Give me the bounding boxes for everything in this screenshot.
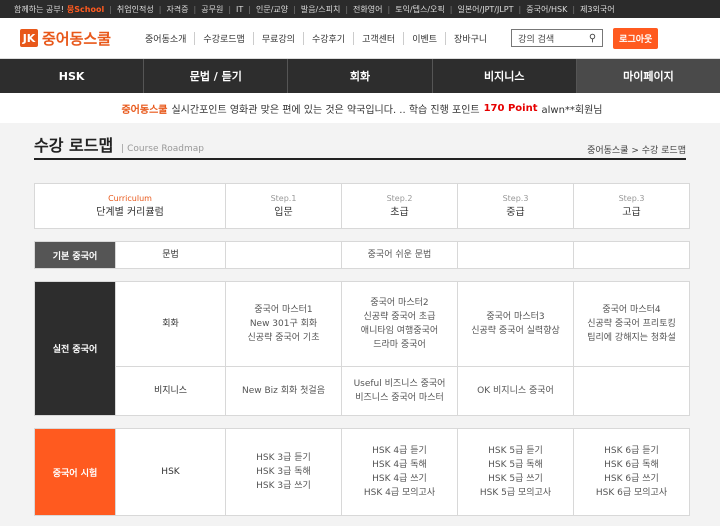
subcategory-label: 비지니스 bbox=[115, 367, 225, 415]
menu-free-lectures[interactable]: 무료강의 bbox=[254, 31, 304, 45]
logout-button[interactable]: 로그아웃 bbox=[613, 27, 659, 49]
practical-chinese-group: 실전 중국어 회화 중국어 마스터1 New 301구 회화 신공략 중국어 기초 … bbox=[34, 281, 690, 416]
topbar-link-chinese[interactable]: 중국어/HSK bbox=[526, 4, 567, 15]
course-cell[interactable]: 중국어 마스터4 신공략 중국어 프리토킹 팁리에 강해지는 청화설 bbox=[573, 282, 689, 366]
course-cell[interactable]: 중국어 쉬운 문법 bbox=[341, 242, 457, 268]
course-cell[interactable]: 중국어 마스터1 New 301구 회화 신공략 중국어 기초 bbox=[225, 282, 341, 366]
global-nav: HSK 문법 / 듣기 회화 비지니스 마이페이지 bbox=[0, 59, 720, 93]
gnb-hsk[interactable]: HSK bbox=[0, 59, 145, 93]
course-cell[interactable] bbox=[225, 242, 341, 268]
step-header: Step.3 고급 bbox=[573, 184, 689, 228]
course-cell[interactable]: HSK 6급 듣기 HSK 6급 독해 HSK 6급 쓰기 HSK 6급 모의고사 bbox=[573, 429, 689, 515]
course-cell[interactable]: 중국어 마스터2 신공략 중국어 초급 애니타임 여행중국어 드라마 중국어 bbox=[341, 282, 457, 366]
course-cell[interactable]: 중국어 마스터3 신공략 중국어 실력향상 bbox=[457, 282, 573, 366]
curriculum-header: Curriculum 단계별 커리큘럼 bbox=[96, 194, 164, 218]
tagline: 함께하는 공부! bbox=[14, 4, 64, 14]
search-placeholder: 강의 검색 bbox=[518, 34, 555, 45]
subcategory-label: HSK bbox=[115, 429, 225, 515]
breadcrumb: 중어동스쿨 > 수강 로드맵 bbox=[587, 146, 686, 156]
course-cell[interactable] bbox=[457, 242, 573, 268]
menu-cart[interactable]: 장바구니 bbox=[446, 32, 495, 45]
gnb-grammar-listening[interactable]: 문법 / 듣기 bbox=[144, 59, 289, 93]
page-title: 수강 로드맵 bbox=[34, 136, 114, 155]
course-cell[interactable] bbox=[573, 242, 689, 268]
ticker-user: alwn**회원님 bbox=[541, 104, 603, 116]
course-cell bbox=[573, 367, 689, 415]
topbar-link-third-language[interactable]: 제3외국어 bbox=[580, 4, 615, 15]
category-label: 중국어 시험 bbox=[35, 429, 115, 515]
topbar-link-license[interactable]: 자격증 bbox=[166, 4, 188, 15]
topbar-link-civil[interactable]: 공무원 bbox=[201, 4, 223, 15]
conversation-row: 회화 중국어 마스터1 New 301구 회화 신공략 중국어 기초 중국어 마스터… bbox=[115, 282, 689, 366]
category-label: 기본 중국어 bbox=[35, 242, 115, 268]
category-label: 실전 중국어 bbox=[35, 282, 115, 415]
topbar-link-school[interactable]: 뭉School bbox=[67, 4, 104, 15]
point-ticker: 중어동스쿨 실시간포인트 영화관 맞은 편에 있는 것은 약국입니다. .. 학… bbox=[0, 93, 720, 123]
ticker-text: 실시간포인트 영화관 맞은 편에 있는 것은 약국입니다. .. 학습 진행 포… bbox=[171, 104, 480, 116]
logo-text: 중어동스쿨 bbox=[42, 29, 112, 48]
course-cell[interactable]: HSK 5급 듣기 HSK 5급 독해 HSK 5급 쓰기 HSK 5급 모의고사 bbox=[457, 429, 573, 515]
topbar-link-job[interactable]: 취업인적성 bbox=[117, 4, 154, 15]
ticker-points: 170 Point bbox=[483, 102, 538, 114]
page-subtitle: | Course Roadmap bbox=[121, 144, 204, 154]
page-title-bar: 수강 로드맵 | Course Roadmap 중어동스쿨 > 수강 로드맵 bbox=[34, 132, 686, 160]
top-utility-bar: 함께하는 공부! 뭉School | 취업인적성 | 자격증 | 공무원 | IT | 인… bbox=[0, 0, 720, 18]
subcategory-label: 문법 bbox=[115, 242, 225, 268]
ticker-brand: 중어동스쿨 bbox=[121, 104, 168, 116]
gnb-conversation[interactable]: 회화 bbox=[288, 59, 433, 93]
topbar-link-speech[interactable]: 발음/스피치 bbox=[301, 4, 341, 15]
search-icon[interactable]: ⚲ bbox=[589, 33, 596, 44]
course-cell[interactable]: HSK 3급 듣기 HSK 3급 독해 HSK 3급 쓰기 bbox=[225, 429, 341, 515]
site-logo[interactable]: JK 중어동스쿨 bbox=[20, 28, 111, 49]
roadmap-table: Curriculum 단계별 커리큘럼 Step.1 입문 Step.2 초급 … bbox=[34, 183, 690, 516]
course-cell[interactable]: OK 비지니스 중국어 bbox=[457, 367, 573, 415]
topbar-link-humanities[interactable]: 인문/교양 bbox=[256, 4, 288, 15]
menu-events[interactable]: 이벤트 bbox=[404, 31, 447, 45]
step-header: Step.1 입문 bbox=[225, 184, 341, 228]
menu-reviews[interactable]: 수강후기 bbox=[304, 31, 355, 45]
search-input[interactable]: 강의 검색 ⚲ bbox=[511, 29, 604, 47]
menu-roadmap[interactable]: 수강로드맵 bbox=[195, 31, 254, 45]
roadmap-header-row: Curriculum 단계별 커리큘럼 Step.1 입문 Step.2 초급 … bbox=[34, 183, 690, 229]
course-cell[interactable]: HSK 4급 듣기 HSK 4급 독해 HSK 4급 쓰기 HSK 4급 모의고사 bbox=[341, 429, 457, 515]
topbar-link-phone-english[interactable]: 전화영어 bbox=[353, 4, 382, 15]
topbar-link-toeic[interactable]: 토익/텝스/오픽 bbox=[395, 4, 445, 15]
menu-support[interactable]: 고객센터 bbox=[354, 31, 405, 45]
menu-about[interactable]: 중어동소개 bbox=[137, 31, 196, 45]
main-menu: 중어동소개 수강로드맵 무료강의 수강후기 고객센터 이벤트 장바구니 bbox=[137, 31, 495, 45]
topbar-link-japanese[interactable]: 일본어/JPT/JLPT bbox=[457, 4, 513, 15]
course-cell[interactable]: Useful 비즈니스 중국어 비즈니스 중국어 마스터 bbox=[341, 367, 457, 415]
gnb-business[interactable]: 비지니스 bbox=[433, 59, 577, 93]
course-cell[interactable]: New Biz 회화 첫걸음 bbox=[225, 367, 341, 415]
business-row: 비지니스 New Biz 회화 첫걸음 Useful 비즈니스 중국어 비즈니스 … bbox=[115, 366, 689, 415]
exam-chinese-group: 중국어 시험 HSK HSK 3급 듣기 HSK 3급 독해 HSK 3급 쓰기 H… bbox=[34, 428, 690, 516]
subcategory-label: 회화 bbox=[115, 282, 225, 366]
gnb-mypage[interactable]: 마이페이지 bbox=[576, 59, 720, 93]
topbar-link-it[interactable]: IT bbox=[236, 5, 243, 14]
site-header: JK 중어동스쿨 중어동소개 수강로드맵 무료강의 수강후기 고객센터 이벤트 … bbox=[0, 18, 720, 59]
step-header: Step.2 초급 bbox=[341, 184, 457, 228]
basic-chinese-group: 기본 중국어 문법 중국어 쉬운 문법 bbox=[34, 241, 690, 269]
step-header: Step.3 중급 bbox=[457, 184, 573, 228]
logo-mark: JK bbox=[20, 29, 38, 47]
